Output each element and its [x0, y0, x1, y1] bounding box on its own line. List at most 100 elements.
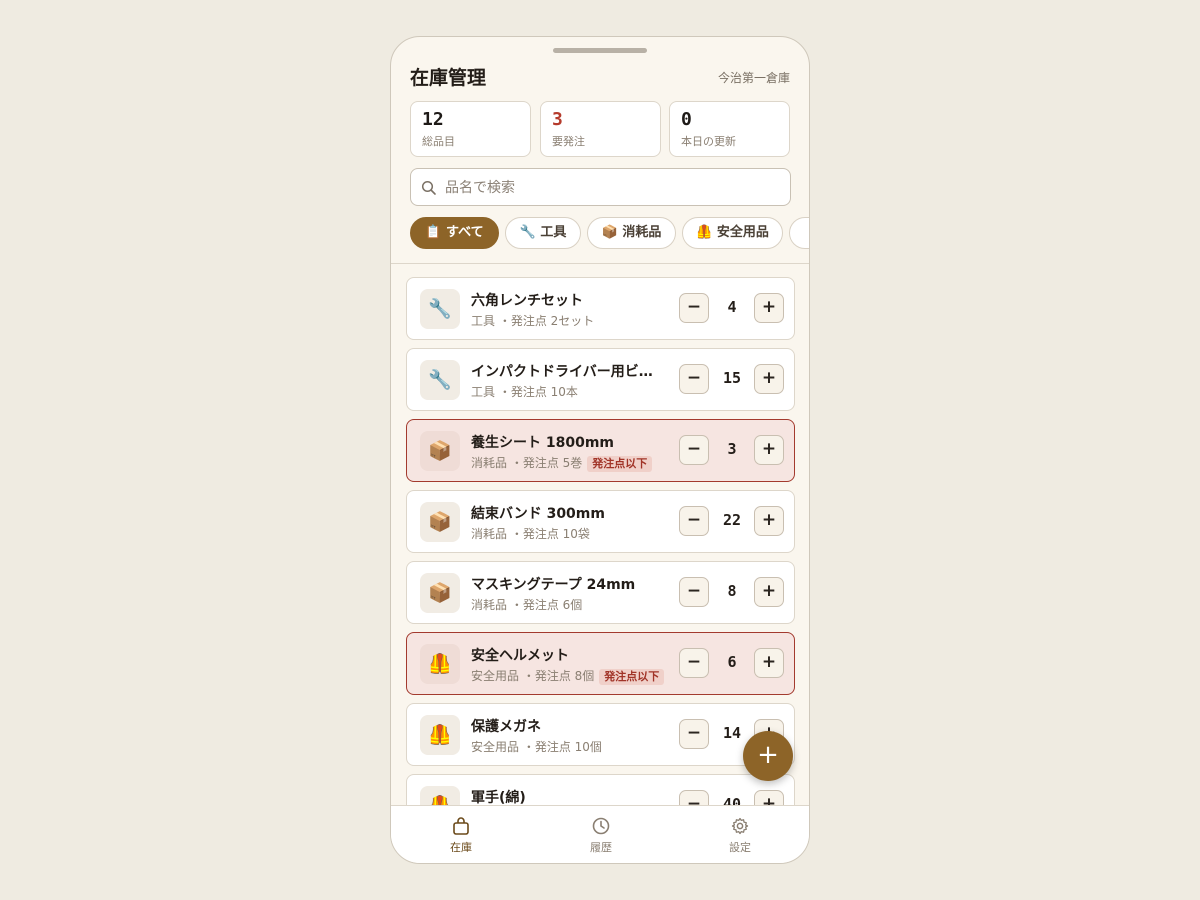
filter-chip-all[interactable]: 📋 すべて: [410, 217, 499, 249]
inventory-item[interactable]: 📦 マスキングテープ 24mm 消耗品 ・発注点 6個 − 8 +: [406, 561, 795, 624]
warehouse-name: 今治第一倉庫: [717, 71, 790, 85]
nav-item-inventory[interactable]: 在庫: [421, 816, 501, 855]
item-quantity: 8: [727, 582, 737, 600]
item-meta: 工具 ・発注点 2セット: [471, 312, 594, 329]
item-reorder-point: ・発注点 2セット: [498, 314, 595, 328]
inventory-item[interactable]: 📦 結束バンド 300mm 消耗品 ・発注点 10袋 − 22 +: [406, 490, 795, 553]
inventory-item-low-stock[interactable]: 🦺 安全ヘルメット 安全用品 ・発注点 8個 発注点以下 − 6 +: [406, 632, 795, 695]
item-name: マスキングテープ 24mm: [471, 577, 636, 593]
item-name: 安全ヘルメット: [471, 648, 569, 664]
increase-button[interactable]: +: [754, 435, 784, 465]
nav-label: 設定: [729, 841, 751, 854]
increase-button[interactable]: +: [754, 577, 784, 607]
nav-label: 履歴: [590, 841, 612, 854]
item-reorder-point: ・発注点 8個: [522, 669, 595, 683]
item-reorder-point: ・発注点 6個: [510, 598, 583, 612]
stats-row: 12 総品目 3 要発注 0 本日の更新: [410, 101, 791, 157]
item-reorder-point: ・発注点 10個: [522, 740, 602, 754]
item-name: 養生シート 1800mm: [471, 435, 615, 451]
item-category: 安全用品: [471, 669, 520, 683]
bag-icon: [453, 817, 469, 835]
item-quantity: 15: [722, 369, 742, 387]
stat-label: 総品目: [422, 135, 455, 148]
item-quantity: 22: [722, 511, 742, 529]
package-icon: 📦: [420, 431, 460, 471]
nav-label: 在庫: [450, 841, 472, 854]
item-category: 安全用品: [471, 740, 520, 754]
item-name: 六角レンチセット: [471, 293, 583, 309]
item-quantity: 14: [722, 724, 742, 742]
stat-reorder-needed: 3 要発注: [540, 101, 661, 157]
increase-button[interactable]: +: [754, 506, 784, 536]
item-meta: 消耗品 ・発注点 5巻 発注点以下: [471, 454, 653, 472]
item-reorder-point: ・発注点 10袋: [510, 527, 590, 541]
inventory-item-low-stock[interactable]: 📦 養生シート 1800mm 消耗品 ・発注点 5巻 発注点以下 − 3 +: [406, 419, 795, 482]
nav-item-settings[interactable]: 設定: [700, 816, 780, 855]
page-title: 在庫管理: [410, 67, 487, 89]
filter-chip-consumables[interactable]: 📦 消耗品: [587, 217, 676, 249]
search-box: [410, 168, 791, 206]
item-name: 結束バンド 300mm: [471, 506, 605, 522]
increase-button[interactable]: +: [754, 364, 784, 394]
safety-vest-icon: 🦺: [420, 715, 460, 755]
item-category: 工具: [471, 385, 496, 399]
nav-item-history[interactable]: 履歴: [561, 816, 641, 855]
item-meta: 安全用品 ・発注点 10個: [471, 738, 602, 755]
wrench-icon: 🔧: [420, 360, 460, 400]
category-filter: 📋 すべて 🔧 工具 📦 消耗品 🦺 安全用品: [410, 217, 809, 251]
item-category: 消耗品: [471, 598, 508, 612]
increase-button[interactable]: +: [754, 648, 784, 678]
low-stock-badge: 発注点以下: [599, 669, 665, 685]
item-meta: 消耗品 ・発注点 10袋: [471, 525, 590, 542]
decrease-button[interactable]: −: [679, 648, 709, 678]
decrease-button[interactable]: −: [679, 506, 709, 536]
item-quantity: 4: [727, 298, 737, 316]
item-category: 消耗品: [471, 456, 508, 470]
decrease-button[interactable]: −: [679, 577, 709, 607]
item-meta: 安全用品 ・発注点 8個 発注点以下: [471, 667, 665, 685]
decrease-button[interactable]: −: [679, 364, 709, 394]
filter-chip-tools[interactable]: 🔧 工具: [505, 217, 581, 249]
filter-chip-safety[interactable]: 🦺 安全用品: [682, 217, 783, 249]
filter-chip-more[interactable]: [789, 217, 809, 249]
phone-frame: 在庫管理 今治第一倉庫 12 総品目 3 要発注 0 本日の更新 📋 すべて 🔧…: [390, 36, 810, 864]
stat-value: 3: [552, 109, 563, 130]
search-icon: [421, 180, 436, 195]
clock-icon: [592, 817, 610, 835]
stat-total-items: 12 総品目: [410, 101, 531, 157]
stat-updates-today: 0 本日の更新: [669, 101, 790, 157]
search-input[interactable]: [445, 177, 775, 199]
item-quantity: 6: [727, 653, 737, 671]
decrease-button[interactable]: −: [679, 719, 709, 749]
stat-value: 0: [681, 109, 692, 130]
safety-vest-icon: 🦺: [420, 786, 460, 807]
increase-button[interactable]: +: [754, 293, 784, 323]
notch: [553, 48, 647, 53]
inventory-item[interactable]: 🔧 インパクトドライバー用ビ… 工具 ・発注点 10本 − 15 +: [406, 348, 795, 411]
add-item-button[interactable]: +: [743, 731, 793, 781]
inventory-list: 🔧 六角レンチセット 工具 ・発注点 2セット − 4 + 🔧 インパクトドライ…: [406, 277, 796, 807]
low-stock-badge: 発注点以下: [587, 456, 653, 472]
wrench-icon: 🔧: [420, 289, 460, 329]
stat-value: 12: [422, 109, 444, 130]
inventory-item[interactable]: 🔧 六角レンチセット 工具 ・発注点 2セット − 4 +: [406, 277, 795, 340]
item-name: 保護メガネ: [471, 719, 541, 735]
decrease-button[interactable]: −: [679, 293, 709, 323]
stat-label: 本日の更新: [681, 135, 736, 148]
gear-icon: [731, 817, 749, 835]
safety-vest-icon: 🦺: [420, 644, 460, 684]
package-icon: 📦: [420, 573, 460, 613]
item-meta: 工具 ・発注点 10本: [471, 383, 578, 400]
divider: [391, 263, 809, 264]
item-name: インパクトドライバー用ビ…: [471, 364, 653, 380]
decrease-button[interactable]: −: [679, 435, 709, 465]
stat-label: 要発注: [552, 135, 585, 148]
item-category: 工具: [471, 314, 496, 328]
package-icon: 📦: [420, 502, 460, 542]
inventory-item[interactable]: 🦺 保護メガネ 安全用品 ・発注点 10個 − 14 +: [406, 703, 795, 766]
item-name: 軍手(綿): [471, 790, 526, 806]
item-reorder-point: ・発注点 10本: [498, 385, 578, 399]
item-category: 消耗品: [471, 527, 508, 541]
inventory-item[interactable]: 🦺 軍手(綿) − 40 +: [406, 774, 795, 807]
item-reorder-point: ・発注点 5巻: [510, 456, 583, 470]
